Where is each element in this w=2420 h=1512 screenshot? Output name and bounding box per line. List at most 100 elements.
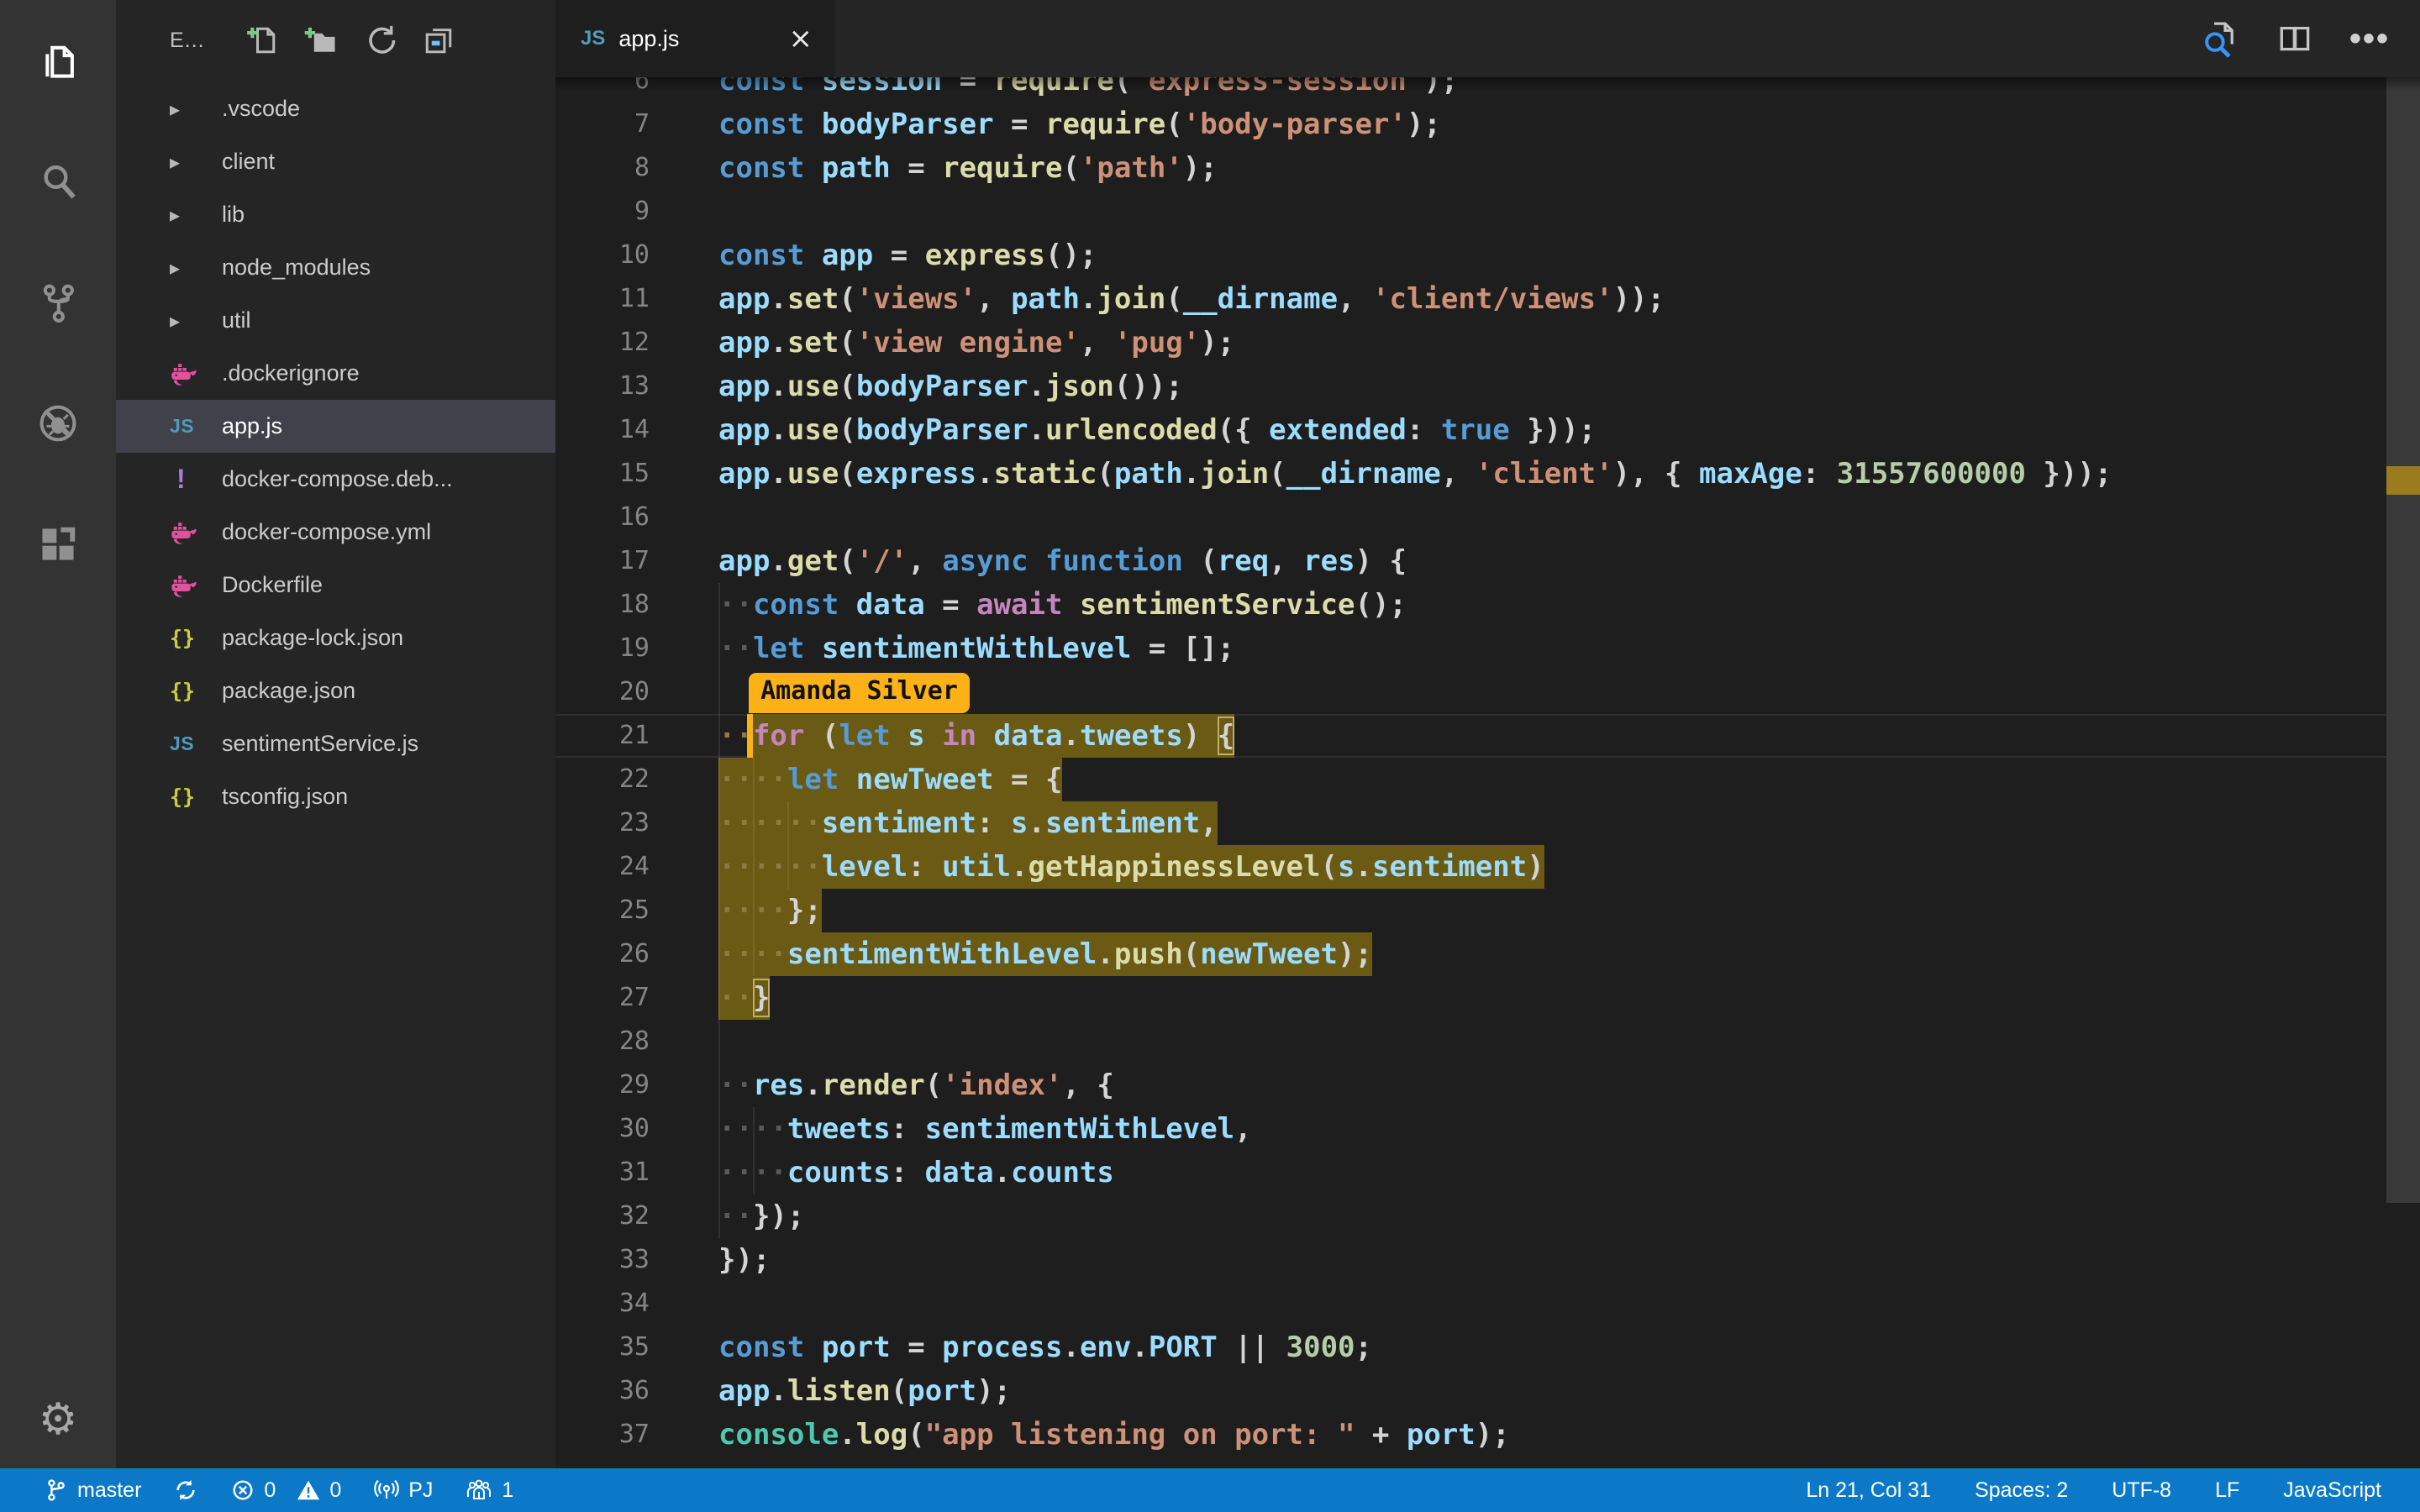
code-editor[interactable]: 6const session = require('express-sessio… bbox=[555, 77, 2420, 1468]
code-line-13[interactable]: 13app.use(bodyParser.json()); bbox=[555, 365, 2386, 408]
explorer-sidebar: E... bbox=[116, 0, 555, 1468]
code-line-20[interactable]: 20Amanda Silver bbox=[555, 670, 2386, 714]
tree-item-docker-compose-deb-[interactable]: !docker-compose.deb... bbox=[116, 453, 555, 506]
encoding-status[interactable]: UTF-8 bbox=[2112, 1478, 2171, 1503]
explorer-title: E... bbox=[170, 29, 205, 53]
code-line-32[interactable]: 32··}); bbox=[555, 1194, 2386, 1238]
split-editor-icon[interactable] bbox=[2274, 18, 2316, 60]
settings-gear-icon[interactable]: ⚙ bbox=[0, 1394, 116, 1445]
collapse-all-icon[interactable] bbox=[420, 22, 457, 59]
code-text: const port = process.env.PORT || 3000; bbox=[718, 1331, 1372, 1364]
more-actions-icon[interactable]: ••• bbox=[2349, 30, 2390, 47]
tree-item-client[interactable]: ▸client bbox=[116, 135, 555, 188]
line-number: 30 bbox=[555, 1107, 718, 1151]
tree-item-label: Dockerfile bbox=[222, 572, 323, 598]
line-number: 21 bbox=[555, 714, 718, 758]
line-number: 37 bbox=[555, 1413, 718, 1457]
code-line-21[interactable]: 21··for (let s in data.tweets) { bbox=[555, 714, 2386, 758]
code-line-30[interactable]: 30····tweets: sentimentWithLevel, bbox=[555, 1107, 2386, 1151]
code-text: app.listen(port); bbox=[718, 1374, 1011, 1408]
code-text: ····}; bbox=[718, 894, 822, 927]
code-text: ····let newTweet = { bbox=[718, 763, 1062, 796]
tree-item-label: package.json bbox=[222, 678, 355, 704]
code-line-10[interactable]: 10const app = express(); bbox=[555, 234, 2386, 277]
line-number: 15 bbox=[555, 452, 718, 496]
new-folder-icon[interactable] bbox=[302, 22, 339, 59]
tab-close-icon[interactable]: × bbox=[789, 24, 813, 53]
open-changes-icon[interactable] bbox=[2196, 17, 2240, 60]
git-branch-status[interactable]: master bbox=[44, 1478, 141, 1503]
tree-item-package-json[interactable]: {}package.json bbox=[116, 664, 555, 717]
tree-item--vscode[interactable]: ▸.vscode bbox=[116, 82, 555, 135]
tree-item-label: sentimentService.js bbox=[222, 731, 418, 757]
new-file-icon[interactable] bbox=[244, 22, 281, 59]
code-text: ··}); bbox=[718, 1200, 804, 1233]
tab-app-js[interactable]: JS app.js × bbox=[555, 0, 834, 77]
refresh-icon[interactable] bbox=[361, 22, 398, 59]
code-line-27[interactable]: 27··} bbox=[555, 976, 2386, 1020]
code-line-14[interactable]: 14app.use(bodyParser.urlencoded({ extend… bbox=[555, 408, 2386, 452]
code-line-17[interactable]: 17app.get('/', async function (req, res)… bbox=[555, 539, 2386, 583]
debug-icon[interactable] bbox=[0, 363, 116, 484]
problems-status[interactable]: 0 0 bbox=[230, 1478, 341, 1503]
tree-item-docker-compose-yml[interactable]: docker-compose.yml bbox=[116, 506, 555, 559]
code-text: app.get('/', async function (req, res) { bbox=[718, 544, 1407, 578]
folder-chevron-icon: ▸ bbox=[170, 203, 222, 227]
language-mode-status[interactable]: JavaScript bbox=[2283, 1478, 2381, 1503]
source-control-icon[interactable] bbox=[0, 242, 116, 363]
line-number: 14 bbox=[555, 408, 718, 452]
tree-item-sentimentservice-js[interactable]: JSsentimentService.js bbox=[116, 717, 555, 770]
code-text: ··} bbox=[718, 981, 770, 1015]
code-line-16[interactable]: 16 bbox=[555, 496, 2386, 539]
code-line-37[interactable]: 37console.log("app listening on port: " … bbox=[555, 1413, 2386, 1457]
code-line-19[interactable]: 19··let sentimentWithLevel = []; bbox=[555, 627, 2386, 670]
scrollbar-slider[interactable] bbox=[2386, 77, 2420, 1203]
tree-item-app-js[interactable]: JSapp.js bbox=[116, 400, 555, 453]
tree-item-package-lock-json[interactable]: {}package-lock.json bbox=[116, 612, 555, 664]
code-line-35[interactable]: 35const port = process.env.PORT || 3000; bbox=[555, 1326, 2386, 1369]
code-text: app.set('view engine', 'pug'); bbox=[718, 326, 1234, 360]
code-line-6[interactable]: 6const session = require('express-sessio… bbox=[555, 77, 2386, 102]
code-line-15[interactable]: 15app.use(express.static(path.join(__dir… bbox=[555, 452, 2386, 496]
eol-status[interactable]: LF bbox=[2215, 1478, 2239, 1503]
code-line-18[interactable]: 18··const data = await sentimentService(… bbox=[555, 583, 2386, 627]
overview-ruler-selection-marker bbox=[2386, 466, 2420, 495]
tree-item-node-modules[interactable]: ▸node_modules bbox=[116, 241, 555, 294]
extensions-icon[interactable] bbox=[0, 484, 116, 605]
tree-item-dockerfile[interactable]: Dockerfile bbox=[116, 559, 555, 612]
explorer-icon[interactable] bbox=[0, 0, 116, 121]
code-line-29[interactable]: 29··res.render('index', { bbox=[555, 1063, 2386, 1107]
status-bar: master 0 0 bbox=[0, 1468, 2420, 1512]
code-line-22[interactable]: 22····let newTweet = { bbox=[555, 758, 2386, 801]
tree-item-util[interactable]: ▸util bbox=[116, 294, 555, 347]
code-line-28[interactable]: 28 bbox=[555, 1020, 2386, 1063]
participants-status[interactable]: 1 bbox=[465, 1477, 513, 1504]
tree-item--dockerignore[interactable]: .dockerignore bbox=[116, 347, 555, 400]
search-icon[interactable] bbox=[0, 121, 116, 242]
branch-name: master bbox=[77, 1478, 141, 1503]
docker-file-icon bbox=[170, 519, 222, 546]
indentation-status[interactable]: Spaces: 2 bbox=[1975, 1478, 2068, 1503]
live-share-session[interactable]: PJ bbox=[373, 1477, 433, 1504]
code-line-33[interactable]: 33}); bbox=[555, 1238, 2386, 1282]
code-line-12[interactable]: 12app.set('view engine', 'pug'); bbox=[555, 321, 2386, 365]
tree-item-tsconfig-json[interactable]: {}tsconfig.json bbox=[116, 770, 555, 823]
code-line-7[interactable]: 7const bodyParser = require('body-parser… bbox=[555, 102, 2386, 146]
code-line-23[interactable]: 23······sentiment: s.sentiment, bbox=[555, 801, 2386, 845]
code-line-31[interactable]: 31····counts: data.counts bbox=[555, 1151, 2386, 1194]
code-line-9[interactable]: 9 bbox=[555, 190, 2386, 234]
line-number: 8 bbox=[555, 146, 718, 190]
tree-item-lib[interactable]: ▸lib bbox=[116, 188, 555, 241]
cursor-position-status[interactable]: Ln 21, Col 31 bbox=[1806, 1478, 1931, 1503]
code-line-26[interactable]: 26····sentimentWithLevel.push(newTweet); bbox=[555, 932, 2386, 976]
code-line-36[interactable]: 36app.listen(port); bbox=[555, 1369, 2386, 1413]
code-line-8[interactable]: 8const path = require('path'); bbox=[555, 146, 2386, 190]
code-line-25[interactable]: 25····}; bbox=[555, 889, 2386, 932]
sync-status[interactable] bbox=[173, 1478, 198, 1503]
code-line-11[interactable]: 11app.set('views', path.join(__dirname, … bbox=[555, 277, 2386, 321]
code-line-34[interactable]: 34 bbox=[555, 1282, 2386, 1326]
line-number: 23 bbox=[555, 801, 718, 845]
code-line-24[interactable]: 24······level: util.getHappinessLevel(s.… bbox=[555, 845, 2386, 889]
line-number: 6 bbox=[555, 77, 718, 102]
code-text: const session = require('express-session… bbox=[718, 77, 1458, 97]
